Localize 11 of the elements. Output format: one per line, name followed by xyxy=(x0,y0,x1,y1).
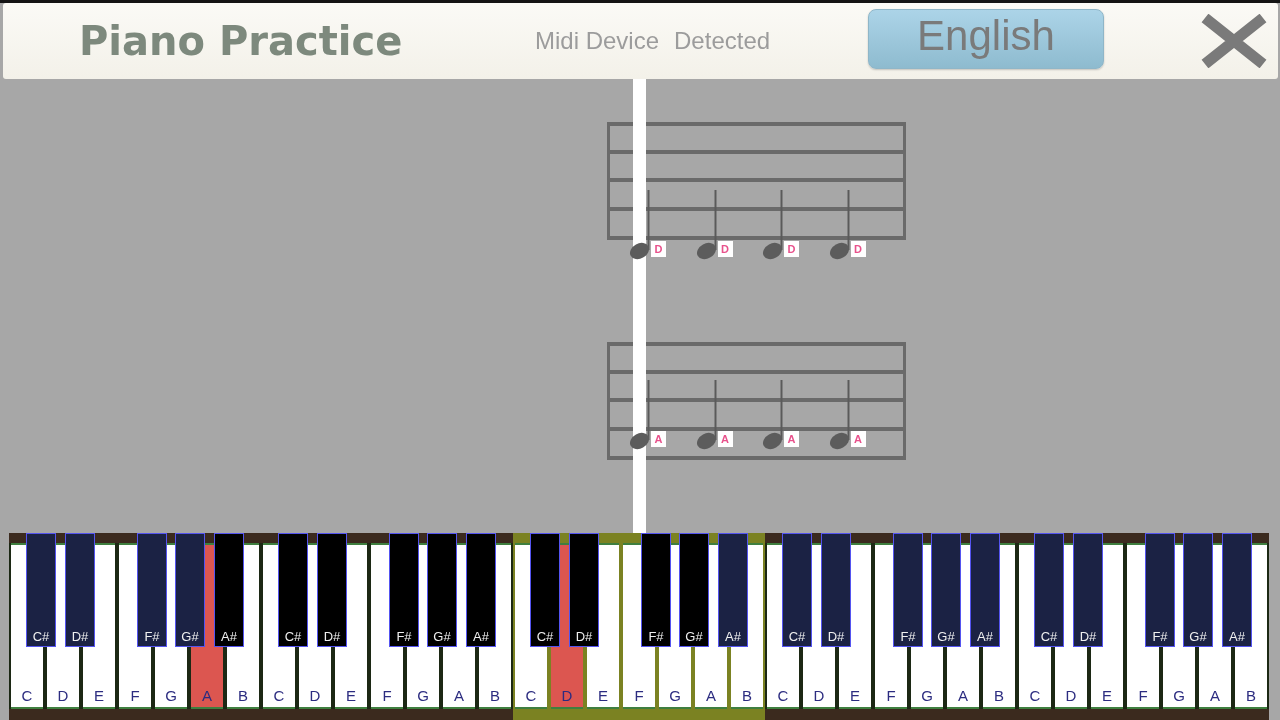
note-label: D xyxy=(651,241,666,257)
app-title: Piano Practice xyxy=(79,18,403,64)
note-label: A xyxy=(717,431,733,447)
note-label: D xyxy=(717,241,733,257)
status-text: Midi Device xyxy=(535,27,660,55)
note-label: D xyxy=(784,241,799,257)
note-label: A xyxy=(784,431,799,447)
note-label: A xyxy=(850,431,866,447)
status-text: Detected xyxy=(674,27,771,55)
note-label: D xyxy=(850,241,866,257)
note-label: A xyxy=(651,431,666,447)
